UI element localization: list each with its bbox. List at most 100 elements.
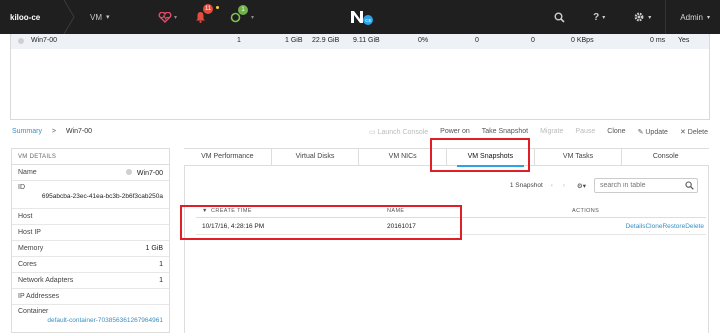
- brand-logo[interactable]: kiloo-ce: [0, 0, 64, 34]
- detail-row-host-ip: Host IP: [12, 225, 169, 241]
- detail-row-cores: Cores 1: [12, 257, 169, 273]
- warning-dot: [216, 6, 220, 9]
- nutanix-logo-icon: CE: [351, 11, 373, 25]
- detail-value: 1 GiB: [145, 245, 163, 252]
- detail-row-network-adapters: Network Adapters 1: [12, 273, 169, 289]
- vm-ms-cell: 0 ms: [650, 37, 666, 44]
- delete-button[interactable]: ✕ Delete: [680, 128, 708, 136]
- top-nav: kiloo-ce VM ▾ ▾ 11 1 ▾ CE ? ▾ ▾ Admin ▾: [0, 0, 720, 34]
- snapshots-toolbar: 1 Snapshot ‹ › ⚙▾: [510, 178, 698, 193]
- container-link[interactable]: default-container-703856361267964961: [18, 317, 163, 324]
- user-menu[interactable]: Admin ▾: [665, 0, 720, 34]
- detail-label: IP Addresses: [18, 293, 60, 300]
- detail-label: Container: [18, 308, 49, 315]
- vm-cpu-cell: 0%: [418, 37, 429, 44]
- detail-value: 1: [159, 277, 163, 284]
- status-dot-icon: [125, 168, 132, 175]
- alerts-bell-icon[interactable]: 11: [195, 4, 220, 23]
- detail-value: Win7-00: [125, 168, 163, 177]
- vm-iops-cell: 0: [475, 37, 479, 44]
- health-icon[interactable]: ▾: [158, 11, 178, 23]
- detail-label: Cores: [18, 261, 37, 268]
- chevron-down-icon: ▾: [106, 14, 110, 21]
- detail-label: Host IP: [18, 229, 41, 236]
- chevron-down-icon: ▾: [174, 14, 178, 21]
- tab-virtual-disks[interactable]: Virtual Disks: [272, 149, 360, 165]
- search-icon[interactable]: [540, 0, 579, 34]
- detail-label: Network Adapters: [18, 277, 74, 284]
- take-snapshot-button[interactable]: Take Snapshot: [482, 128, 528, 136]
- vm-name-cell: Win7-00: [31, 37, 58, 44]
- launch-console-label: Launch Console: [377, 129, 429, 136]
- action-separator: ·: [665, 228, 668, 235]
- snapshot-row-actions: Details · Clone · Restore · Delete: [626, 223, 704, 235]
- detail-label: Memory: [18, 245, 44, 252]
- delete-label: Delete: [687, 129, 708, 136]
- tab-vm-tasks[interactable]: VM Tasks: [535, 149, 623, 165]
- snapshots-panel: 1 Snapshot ‹ › ⚙▾: [184, 166, 709, 333]
- vm-storage-provisioned-cell: 22.9 GiB: [312, 37, 340, 44]
- search-input[interactable]: [594, 178, 698, 193]
- vm-memory-cell: 1 GiB: [285, 37, 303, 44]
- highlight-box-snapshots-tab: [430, 138, 530, 172]
- detail-label: Name: [18, 169, 37, 176]
- breadcrumb-current: Win7-00: [65, 128, 93, 135]
- search-icon[interactable]: [685, 181, 694, 190]
- help-icon[interactable]: ? ▾: [579, 0, 619, 34]
- breadcrumb-separator: >: [51, 128, 56, 135]
- svg-text:CE: CE: [365, 18, 371, 23]
- detail-row-ip-addresses: IP Addresses: [12, 289, 169, 305]
- settings-gear-icon[interactable]: ▾: [619, 0, 665, 34]
- vm-actions-bar: ▭ Launch Console Power on Take Snapshot …: [369, 128, 708, 136]
- detail-name-value: Win7-00: [136, 169, 163, 177]
- breadcrumb: Summary > Win7-00: [12, 128, 92, 135]
- vm-details-panel: VM DETAILS Name Win7-00 ID 695abcba-23ec…: [11, 148, 170, 333]
- alerts-count-badge: 11: [203, 4, 214, 14]
- tasks-circle-icon[interactable]: 1 ▾: [230, 4, 255, 23]
- column-actions: ACTIONS: [572, 208, 600, 214]
- detail-value: 1: [159, 261, 163, 268]
- chevron-down-icon: ▾: [251, 14, 255, 21]
- power-on-button[interactable]: Power on: [440, 128, 470, 136]
- detail-row-host: Host: [12, 209, 169, 225]
- detail-label: ID: [18, 184, 25, 191]
- detail-label: Host: [18, 213, 33, 220]
- pause-button[interactable]: Pause: [575, 128, 595, 136]
- snapshot-details-link[interactable]: Details: [626, 223, 646, 230]
- chevron-down-icon: ▾: [706, 14, 710, 21]
- brand-chevron-icon: [64, 0, 75, 34]
- launch-console-button[interactable]: ▭ Launch Console: [369, 128, 428, 136]
- tab-vm-performance[interactable]: VM Performance: [184, 149, 272, 165]
- vm-flag-cell: Yes: [678, 37, 690, 44]
- vm-bandwidth-cell: 0 KBps: [571, 37, 594, 44]
- breadcrumb-summary-link[interactable]: Summary: [12, 128, 42, 135]
- vm-menu-label: VM: [90, 12, 102, 22]
- close-icon: ✕: [679, 129, 688, 136]
- user-name: Admin: [680, 12, 703, 22]
- tasks-count-badge: 1: [238, 4, 249, 15]
- snapshot-count: 1 Snapshot: [509, 182, 543, 189]
- update-label: Update: [645, 129, 668, 136]
- detail-row-id: ID 695abcba-23ec-41ea-bc3b-2b6f3cab250a: [12, 181, 169, 209]
- vm-menu[interactable]: VM ▾: [80, 13, 150, 22]
- table-settings-gear-icon[interactable]: ⚙▾: [577, 182, 586, 190]
- clone-button[interactable]: Clone: [607, 128, 625, 136]
- tab-console[interactable]: Console: [622, 149, 709, 165]
- detail-row-container: Container default-container-703856361267…: [12, 305, 169, 333]
- vm-table: Win7-00 1 1 GiB 22.9 GiB 9.11 GiB 0% 0 0…: [10, 34, 710, 120]
- pagination-arrows[interactable]: ‹ ›: [551, 182, 569, 189]
- highlight-box-snapshot-row: [180, 205, 462, 240]
- vm-latency-cell: 0: [531, 37, 535, 44]
- migrate-button[interactable]: Migrate: [540, 128, 563, 136]
- detail-row-name: Name Win7-00: [12, 165, 169, 181]
- detail-row-memory: Memory 1 GiB: [12, 241, 169, 257]
- table-row[interactable]: Win7-00 1 1 GiB 22.9 GiB 9.11 GiB 0% 0 0…: [11, 34, 709, 49]
- action-separator: ·: [648, 228, 651, 235]
- vm-hosts-cell: 1: [237, 37, 241, 44]
- console-icon: ▭: [369, 129, 378, 136]
- status-dot-icon: [18, 38, 24, 44]
- detail-id-value: 695abcba-23ec-41ea-bc3b-2b6f3cab250a: [41, 193, 163, 200]
- update-button[interactable]: ✎ Update: [638, 128, 668, 136]
- search-box: [594, 178, 698, 193]
- action-separator: ·: [688, 228, 691, 235]
